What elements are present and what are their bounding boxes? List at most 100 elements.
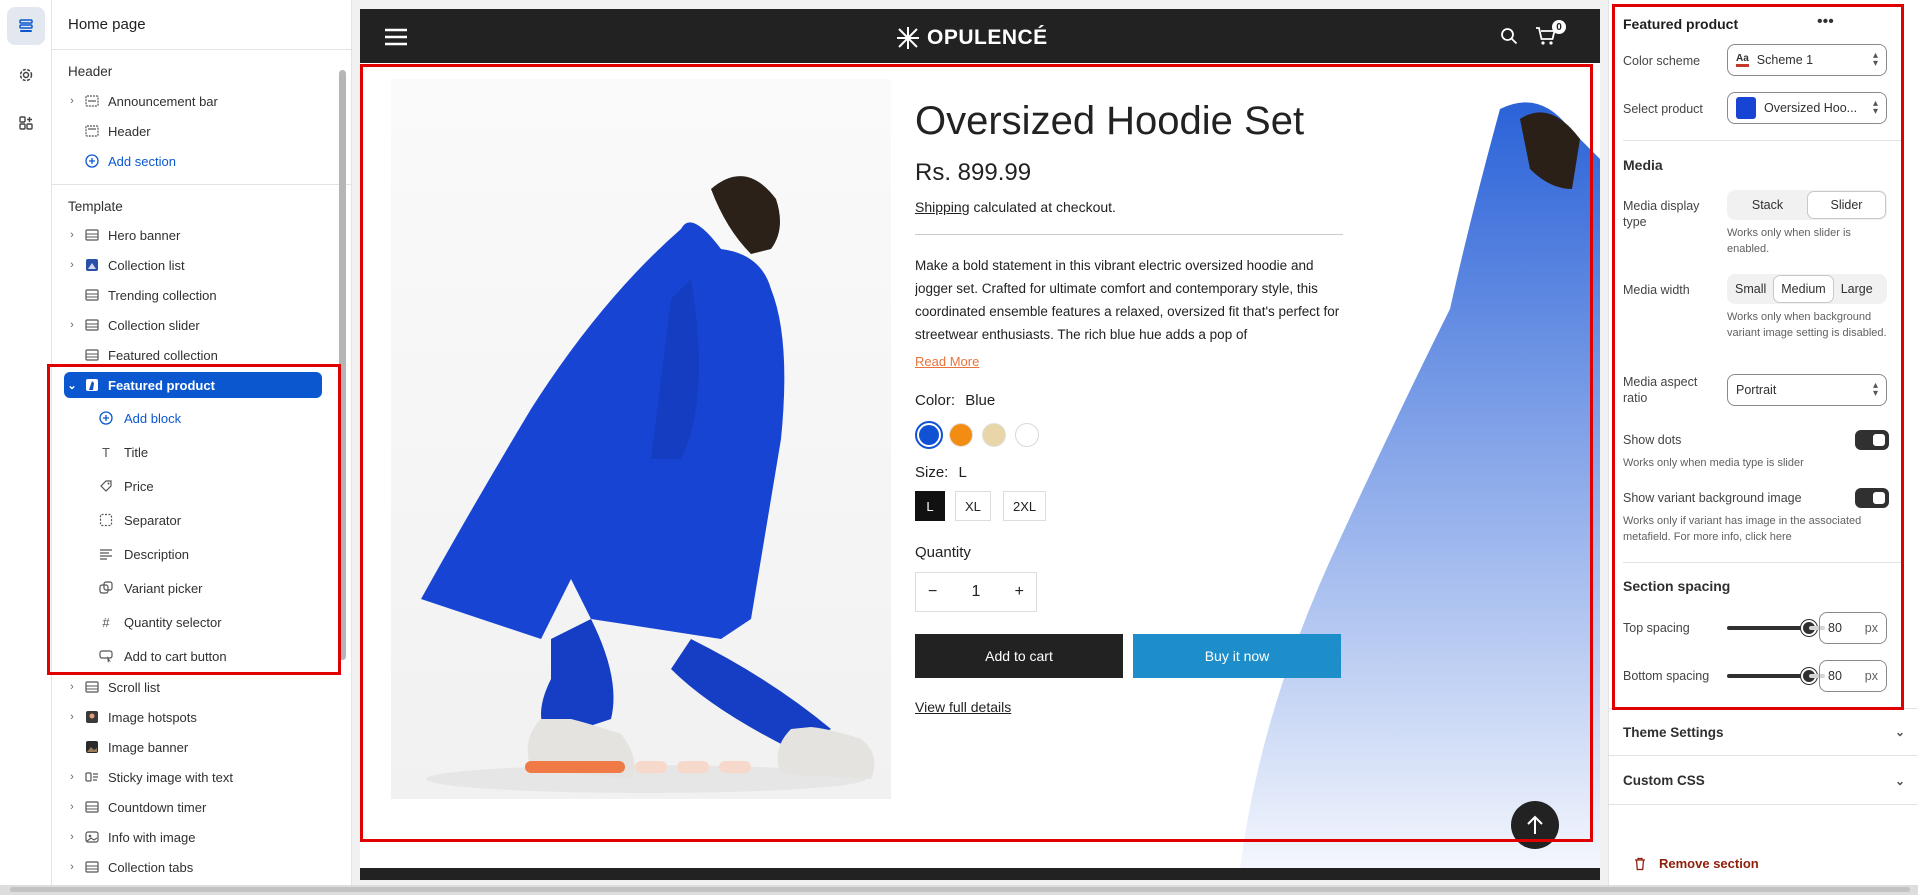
section-item-hero-banner[interactable]: › Hero banner	[64, 222, 322, 248]
cursor-button-icon	[98, 648, 114, 664]
cart-count-badge: 0	[1552, 20, 1566, 34]
section-item-featured-product[interactable]: ⌄ Featured product	[64, 372, 322, 398]
media-width-medium[interactable]: Medium	[1774, 276, 1833, 302]
add-section-button[interactable]: Add section	[64, 148, 322, 174]
section-spacing-heading: Section spacing	[1623, 578, 1731, 594]
section-item-collection-list[interactable]: › Collection list	[64, 252, 322, 278]
icon-rail	[0, 0, 52, 895]
apps-icon[interactable]	[7, 104, 45, 142]
chevron-right-icon[interactable]: ›	[64, 801, 80, 813]
block-item-title[interactable]: T Title	[98, 439, 148, 465]
size-button-2xl[interactable]: 2XL	[1003, 491, 1047, 521]
slider-dot[interactable]	[719, 761, 751, 773]
product-image[interactable]	[391, 79, 891, 799]
panel-scrollbar[interactable]	[339, 70, 346, 660]
read-more-link[interactable]: Read More	[915, 354, 979, 369]
block-item-add-to-cart-button[interactable]: Add to cart button	[98, 643, 227, 669]
add-to-cart-button[interactable]: Add to cart	[915, 634, 1123, 678]
chevron-right-icon[interactable]: ›	[64, 711, 80, 723]
hamburger-menu-icon[interactable]	[384, 27, 408, 52]
chevron-right-icon[interactable]: ›	[64, 771, 80, 783]
variant-icon	[98, 580, 114, 596]
media-display-stack[interactable]: Stack	[1729, 192, 1806, 218]
show-dots-toggle[interactable]	[1855, 430, 1889, 450]
media-display-slider[interactable]: Slider	[1808, 192, 1885, 218]
section-item-header[interactable]: Header	[64, 118, 322, 144]
size-button-xl[interactable]: XL	[955, 491, 991, 521]
sections-icon[interactable]	[7, 7, 45, 45]
section-item-sticky-image-with-text[interactable]: › Sticky image with text	[64, 764, 322, 790]
chevron-right-icon[interactable]: ›	[64, 831, 80, 843]
shipping-link[interactable]: Shipping	[915, 199, 970, 215]
aspect-ratio-select[interactable]: Portrait ▴ ▾	[1727, 374, 1887, 406]
swatch-orange[interactable]	[949, 423, 973, 447]
chevron-right-icon[interactable]: ›	[64, 681, 80, 693]
top-spacing-value: 80	[1828, 621, 1842, 635]
section-item-featured-collection[interactable]: Featured collection	[64, 342, 322, 368]
section-item-label: Trending collection	[108, 287, 217, 303]
remove-section-button[interactable]: Remove section	[1633, 856, 1759, 871]
product-title: Oversized Hoodie Set	[915, 99, 1305, 143]
slider-dot[interactable]	[677, 761, 709, 773]
size-button-l[interactable]: L	[915, 491, 945, 521]
section-item-collection-tabs[interactable]: › Collection tabs	[64, 854, 322, 880]
block-item-separator[interactable]: Separator	[98, 507, 181, 533]
chevron-right-icon[interactable]: ›	[64, 229, 80, 241]
settings-gear-icon[interactable]	[7, 56, 45, 94]
thumbnail-icon	[84, 709, 100, 725]
top-spacing-slider[interactable]	[1727, 620, 1817, 636]
view-full-details-link[interactable]: View full details	[915, 699, 1011, 715]
group-title-header: Header	[68, 64, 113, 79]
chevron-down-icon: ⌄	[1894, 725, 1905, 739]
swatch-white[interactable]	[1015, 423, 1039, 447]
section-item-trending-collection[interactable]: Trending collection	[64, 282, 322, 308]
block-item-price[interactable]: Price	[98, 473, 154, 499]
block-item-variant-picker[interactable]: Variant picker	[98, 575, 203, 601]
variant-background-image	[1240, 102, 1600, 869]
block-item-description[interactable]: Description	[98, 541, 189, 567]
theme-settings-accordion[interactable]: Theme Settings ⌄	[1609, 708, 1918, 756]
slider-dot-active[interactable]	[525, 761, 625, 773]
chevron-right-icon[interactable]: ›	[64, 95, 80, 107]
add-block-button[interactable]: Add block	[98, 405, 181, 431]
color-scheme-select[interactable]: Aa Scheme 1 ▴ ▾	[1727, 44, 1887, 76]
section-item-info-with-image[interactable]: › Info with image	[64, 824, 322, 850]
horizontal-scrollbar-thumb[interactable]	[10, 887, 1910, 892]
slider-dots	[525, 761, 751, 773]
chevron-right-icon[interactable]: ›	[64, 861, 80, 873]
media-width-large[interactable]: Large	[1835, 276, 1879, 302]
chevron-down-icon[interactable]: ⌄	[64, 379, 80, 392]
media-width-small[interactable]: Small	[1729, 276, 1772, 302]
decrease-quantity-button[interactable]: −	[928, 583, 937, 601]
section-item-collection-slider[interactable]: › Collection slider	[64, 312, 322, 338]
bottom-spacing-slider[interactable]	[1727, 668, 1817, 684]
slider-dot[interactable]	[635, 761, 667, 773]
media-width-toggle: Small Medium Large	[1727, 274, 1887, 304]
chevron-right-icon[interactable]: ›	[64, 319, 80, 331]
scroll-to-top-button[interactable]	[1511, 801, 1559, 849]
media-display-hint: Works only when slider is enabled.	[1727, 227, 1851, 255]
chevron-right-icon[interactable]: ›	[64, 259, 80, 271]
more-options-icon[interactable]: •••	[1817, 13, 1834, 31]
variant-bg-toggle[interactable]	[1855, 488, 1889, 508]
top-spacing-input[interactable]: 80 px	[1819, 612, 1887, 644]
swatch-blue[interactable]	[915, 421, 943, 449]
section-item-countdown-timer[interactable]: › Countdown timer	[64, 794, 322, 820]
buy-now-button[interactable]: Buy it now	[1133, 634, 1341, 678]
section-item-scroll-list[interactable]: › Scroll list	[64, 674, 322, 700]
search-icon[interactable]	[1500, 27, 1518, 50]
increase-quantity-button[interactable]: +	[1015, 583, 1024, 601]
block-label: Separator	[124, 512, 182, 528]
section-item-announcement-bar[interactable]: › Announcement bar	[64, 88, 322, 114]
block-item-quantity-selector[interactable]: # Quantity selector	[98, 609, 221, 635]
swatch-beige[interactable]	[982, 423, 1006, 447]
section-item-image-hotspots[interactable]: › Image hotspots	[64, 704, 322, 730]
section-item-label: Collection tabs	[108, 859, 194, 875]
section-item-image-banner[interactable]: Image banner	[64, 734, 322, 760]
select-product-picker[interactable]: Oversized Hoo... ▴ ▾	[1727, 92, 1887, 124]
quantity-input[interactable]: 1	[972, 583, 981, 601]
paragraph-icon	[98, 546, 114, 562]
bottom-spacing-input[interactable]: 80 px	[1819, 660, 1887, 692]
custom-css-accordion[interactable]: Custom CSS ⌄	[1609, 757, 1918, 805]
store-logo[interactable]: OPULENCÉ	[895, 25, 1048, 51]
